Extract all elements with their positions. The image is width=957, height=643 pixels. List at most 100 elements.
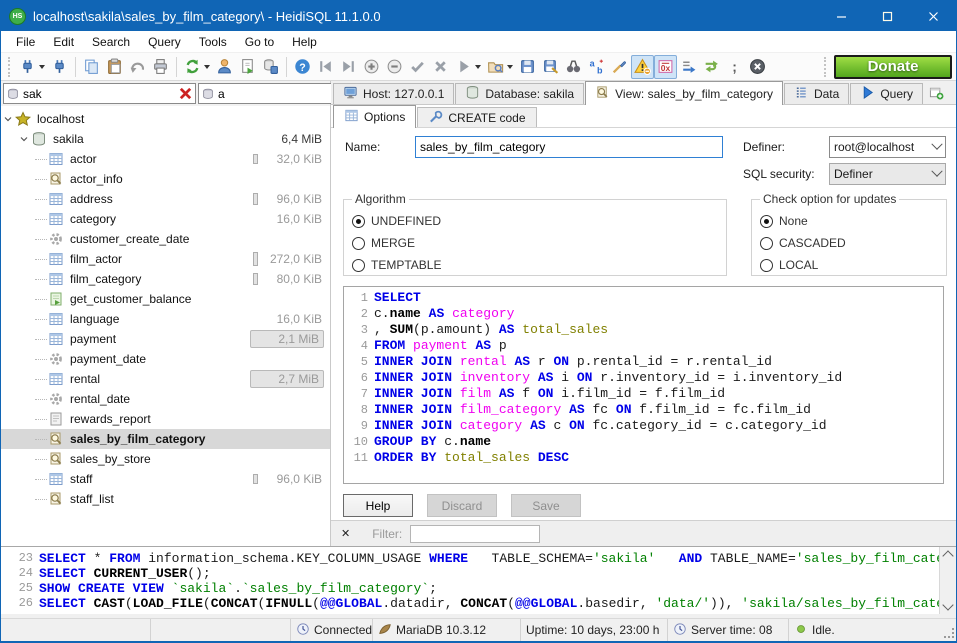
definer-combo[interactable]: root@localhost [829, 136, 946, 158]
view-name-input[interactable] [415, 136, 723, 158]
session-manager-icon[interactable] [16, 55, 48, 79]
title-bar[interactable]: HS localhost\sakila\sales_by_film_catego… [1, 1, 956, 31]
menu-query[interactable]: Query [139, 33, 190, 51]
save-button[interactable]: Save [511, 494, 581, 517]
tree-item-film_actor[interactable]: film_actor272,0 KiB [1, 249, 330, 269]
radio-icon[interactable] [352, 237, 365, 250]
execute-sql-icon[interactable] [452, 55, 484, 79]
menu-help[interactable]: Help [283, 33, 326, 51]
load-sql-file-icon[interactable] [484, 55, 516, 79]
help-button[interactable]: Help [343, 494, 413, 517]
radio-icon[interactable] [760, 237, 773, 250]
tree-item-rental[interactable]: rental2,7 MiB [1, 369, 330, 389]
reformat-icon[interactable] [700, 55, 723, 79]
print-icon[interactable] [149, 55, 172, 79]
last-row-icon[interactable] [337, 55, 360, 79]
tab-data[interactable]: Data [784, 83, 849, 104]
menu-tools[interactable]: Tools [190, 33, 236, 51]
tree-item-language[interactable]: language16,0 KiB [1, 309, 330, 329]
tree-item-actor_info[interactable]: actor_info [1, 169, 330, 189]
export-database-icon[interactable] [236, 55, 259, 79]
paste-icon[interactable] [103, 55, 126, 79]
subtab-create-code[interactable]: CREATE code [417, 107, 536, 127]
check-option-radio-none[interactable]: None [760, 210, 938, 232]
scroll-down-icon[interactable] [942, 599, 953, 610]
tree-item-payment_date[interactable]: payment_date [1, 349, 330, 369]
discard-button[interactable]: Discard [427, 494, 497, 517]
hex-view-toggle-icon[interactable]: 0x [654, 55, 677, 79]
menu-edit[interactable]: Edit [44, 33, 83, 51]
replace-icon[interactable]: ab [585, 55, 608, 79]
tree-item-get_customer_balance[interactable]: get_customer_balance [1, 289, 330, 309]
sql-security-combo[interactable]: Definer [829, 163, 946, 185]
copy-icon[interactable] [80, 55, 103, 79]
new-query-tab-button[interactable] [924, 83, 954, 104]
radio-icon[interactable] [352, 215, 365, 228]
minimize-button[interactable] [818, 1, 864, 31]
find-icon[interactable] [562, 55, 585, 79]
scroll-up-icon[interactable] [942, 550, 953, 561]
next-result-icon[interactable] [677, 55, 700, 79]
tree-item-actor[interactable]: actor32,0 KiB [1, 149, 330, 169]
warnings-toggle-icon[interactable] [631, 55, 654, 79]
dropdown-caret-icon[interactable] [475, 65, 481, 69]
table-filter-box[interactable] [3, 83, 196, 104]
tree-item-rewards_report[interactable]: rewards_report [1, 409, 330, 429]
tab-database-sakila[interactable]: Database: sakila [455, 83, 584, 104]
help-icon[interactable]: ? [291, 55, 314, 79]
expand-arrow-icon[interactable] [17, 133, 31, 145]
tab-view-sales-by-film-category[interactable]: View: sales_by_film_category [585, 81, 783, 105]
check-option-radio-local[interactable]: LOCAL [760, 254, 938, 276]
algorithm-radio-undefined[interactable]: UNDEFINED [352, 210, 718, 232]
insert-row-icon[interactable] [360, 55, 383, 79]
stop-icon[interactable] [746, 55, 769, 79]
radio-icon[interactable] [352, 259, 365, 272]
algorithm-radio-merge[interactable]: MERGE [352, 232, 718, 254]
delimiter-icon[interactable]: ; [723, 55, 746, 79]
tree-item-rental_date[interactable]: rental_date [1, 389, 330, 409]
resize-grip[interactable] [944, 628, 954, 638]
table-filter-input[interactable] [23, 87, 178, 101]
refresh-icon[interactable] [181, 55, 213, 79]
save-sql-icon[interactable] [516, 55, 539, 79]
donate-button[interactable]: Donate [834, 55, 952, 79]
filter-input[interactable] [410, 525, 540, 543]
algorithm-radio-temptable[interactable]: TEMPTABLE [352, 254, 718, 276]
tree-item-localhost[interactable]: localhost [1, 109, 330, 129]
check-option-radio-cascaded[interactable]: CASCADED [760, 232, 938, 254]
log-scrollbar[interactable] [939, 547, 956, 614]
post-changes-icon[interactable] [406, 55, 429, 79]
save-snippet-icon[interactable] [259, 55, 282, 79]
tree-item-address[interactable]: address96,0 KiB [1, 189, 330, 209]
expand-arrow-icon[interactable] [1, 113, 15, 125]
subtab-options[interactable]: Options [333, 105, 416, 128]
dropdown-caret-icon[interactable] [507, 65, 513, 69]
dropdown-caret-icon[interactable] [39, 65, 45, 69]
tree-item-film_category[interactable]: film_category80,0 KiB [1, 269, 330, 289]
beautify-icon[interactable] [608, 55, 631, 79]
clear-filter-icon[interactable] [178, 86, 193, 101]
first-row-icon[interactable] [314, 55, 337, 79]
user-manager-icon[interactable] [213, 55, 236, 79]
undo-icon[interactable] [126, 55, 149, 79]
tree-item-sales_by_film_category[interactable]: sales_by_film_category [1, 429, 330, 449]
tab-query[interactable]: Query [850, 83, 923, 104]
tree-item-customer_create_date[interactable]: customer_create_date [1, 229, 330, 249]
tree-item-sales_by_store[interactable]: sales_by_store [1, 449, 330, 469]
disconnect-icon[interactable] [48, 55, 71, 79]
delete-row-icon[interactable] [383, 55, 406, 79]
tab-host-127-0-0-1[interactable]: Host: 127.0.0.1 [333, 83, 454, 104]
save-sql-as-icon[interactable] [539, 55, 562, 79]
maximize-button[interactable] [864, 1, 910, 31]
radio-icon[interactable] [760, 259, 773, 272]
tree-item-staff_list[interactable]: staff_list [1, 489, 330, 509]
close-filter-icon[interactable]: ✕ [341, 527, 350, 540]
menu-go-to[interactable]: Go to [236, 33, 283, 51]
tree-item-sakila[interactable]: sakila6,4 MiB [1, 129, 330, 149]
tree-item-staff[interactable]: staff96,0 KiB [1, 469, 330, 489]
tree-item-payment[interactable]: payment2,1 MiB [1, 329, 330, 349]
view-sql-editor[interactable]: 1SELECT2c.name AS category3, SUM(p.amoun… [343, 286, 944, 484]
cancel-editing-icon[interactable] [429, 55, 452, 79]
close-button[interactable] [910, 1, 956, 31]
tree-item-category[interactable]: category16,0 KiB [1, 209, 330, 229]
